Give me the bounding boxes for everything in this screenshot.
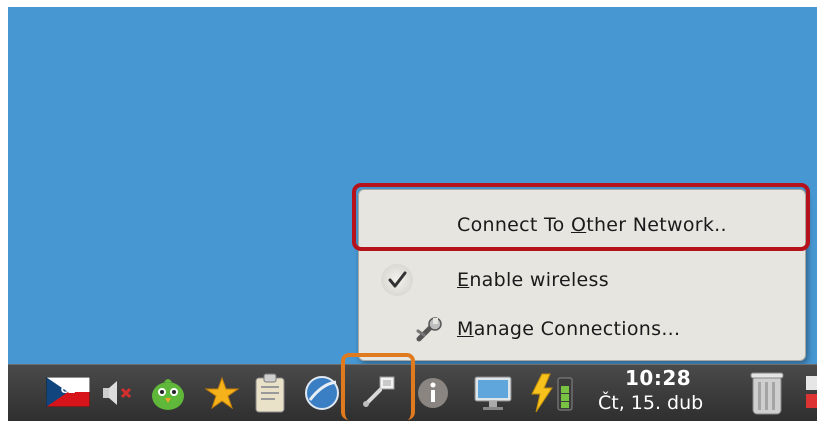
menu-item-label: Connect To Other Network.. <box>457 214 727 236</box>
tray-highlight-outline <box>341 353 415 420</box>
menu-item-label: Manage Connections... <box>457 318 681 340</box>
menu-item-enable-wireless[interactable]: Enable wireless <box>359 260 805 300</box>
keyboard-layout-icon[interactable]: CZ <box>45 376 91 408</box>
messenger-icon[interactable] <box>148 374 188 412</box>
network-context-menu: Connect To Other Network.. Enable wirele… <box>358 189 806 361</box>
clock-time[interactable]: 10:28 <box>625 366 691 390</box>
keyboard-layout-label: CZ <box>60 385 76 396</box>
clipboard-icon[interactable] <box>252 372 292 414</box>
checkmark-icon <box>381 264 413 296</box>
menu-item-manage-connections[interactable]: Manage Connections... <box>359 309 805 349</box>
browser-icon[interactable] <box>302 374 342 412</box>
menu-item-label: Enable wireless <box>457 269 609 291</box>
clock-date[interactable]: Čt, 15. dub <box>598 392 703 414</box>
wrench-icon <box>416 317 442 342</box>
trash-icon[interactable] <box>748 370 786 416</box>
display-icon[interactable] <box>472 373 514 413</box>
favorites-star-icon[interactable] <box>204 376 240 410</box>
partial-tray-icon[interactable] <box>804 372 817 414</box>
info-icon[interactable] <box>416 376 450 410</box>
volume-muted-icon[interactable] <box>100 378 134 408</box>
menu-item-connect-other-network[interactable]: Connect To Other Network.. <box>359 205 805 245</box>
power-icon[interactable] <box>528 372 578 414</box>
